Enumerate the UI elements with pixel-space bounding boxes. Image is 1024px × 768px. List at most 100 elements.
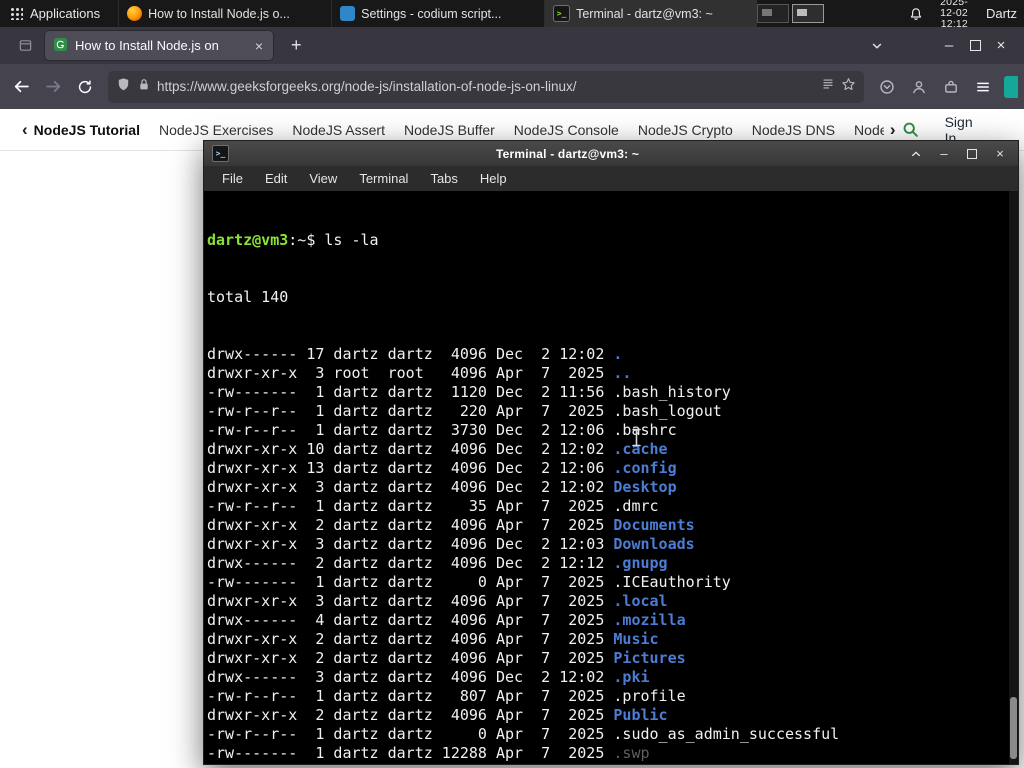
- file-name: .ICEauthority: [613, 573, 731, 591]
- terminal-minimize-button[interactable]: –: [934, 146, 954, 161]
- file-name: .gnupg: [613, 554, 668, 572]
- scrollbar-thumb[interactable]: [1010, 697, 1017, 759]
- site-nav-back-chevron[interactable]: ‹: [16, 120, 34, 140]
- tracking-shield-icon[interactable]: [116, 77, 131, 97]
- reload-button[interactable]: [70, 72, 100, 102]
- back-button[interactable]: [6, 72, 36, 102]
- file-attributes: -rw------- 1 dartz dartz 12288 Apr 7 202…: [207, 744, 614, 762]
- terminal-menu-file[interactable]: File: [222, 171, 243, 186]
- list-all-tabs-chevron-icon[interactable]: [870, 39, 884, 53]
- forward-button[interactable]: [38, 72, 68, 102]
- site-nav-item[interactable]: NodeJS Tutorial: [34, 122, 140, 138]
- workspace-window-glyph: [762, 9, 773, 16]
- terminal-menu-view[interactable]: View: [309, 171, 337, 186]
- file-name: .dmrc: [613, 497, 659, 515]
- clock-time: 12:12: [940, 18, 968, 30]
- tab-bar: How to Install Node.js on × + – ×: [0, 27, 1024, 64]
- desktop-screen: Applications How to Install Node.js o...…: [0, 0, 1024, 768]
- window-minimize-button[interactable]: –: [936, 37, 962, 54]
- site-nav-item[interactable]: Node: [854, 122, 884, 138]
- terminal-output-line: drwxr-xr-x 2 dartz dartz 4096 Apr 7 2025…: [207, 649, 1018, 668]
- terminal-listing: drwx------ 17 dartz dartz 4096 Dec 2 12:…: [207, 345, 1018, 764]
- file-attributes: drwx------ 3 dartz dartz 4096 Dec 2 12:0…: [207, 668, 614, 686]
- terminal-output-line: -rw-r--r-- 1 dartz dartz 3730 Dec 2 12:0…: [207, 421, 1018, 440]
- workspace-1[interactable]: [757, 4, 790, 23]
- tab-close-button[interactable]: ×: [253, 38, 265, 54]
- terminal-output-line: drwxr-xr-x 13 dartz dartz 4096 Dec 2 12:…: [207, 459, 1018, 478]
- terminal-menu-edit[interactable]: Edit: [265, 171, 287, 186]
- window-close-button[interactable]: ×: [988, 37, 1014, 54]
- terminal-output-line: drwx------ 2 dartz dartz 4096 Dec 2 12:1…: [207, 554, 1018, 573]
- file-name: Public: [613, 706, 668, 724]
- file-attributes: drwxr-xr-x 3 dartz dartz 4096 Apr 7 2025: [207, 592, 614, 610]
- account-icon[interactable]: [904, 72, 934, 102]
- url-bar[interactable]: https://www.geeksforgeeks.org/node-js/in…: [108, 70, 864, 103]
- terminal-menu-help[interactable]: Help: [480, 171, 507, 186]
- terminal-titlebar[interactable]: >_ Terminal - dartz@vm3: ~ – ×: [204, 141, 1018, 166]
- user-menu[interactable]: Dartz: [986, 6, 1017, 21]
- file-attributes: drwxr-xr-x 2 dartz dartz 4096 Apr 7 2025: [207, 630, 614, 648]
- file-name: Templates: [613, 763, 694, 764]
- taskbar-button[interactable]: Settings - codium script...: [331, 0, 544, 27]
- browser-tab-active[interactable]: How to Install Node.js on ×: [45, 31, 273, 60]
- notification-bell-icon[interactable]: [908, 6, 924, 22]
- file-name: ..: [613, 364, 632, 382]
- site-nav-item[interactable]: NodeJS Buffer: [404, 122, 495, 138]
- window-maximize-button[interactable]: [962, 40, 988, 51]
- site-nav-item[interactable]: NodeJS Crypto: [638, 122, 733, 138]
- pocket-icon[interactable]: [872, 72, 902, 102]
- workspace-switcher[interactable]: [757, 4, 825, 23]
- applications-grid-icon: [10, 7, 23, 20]
- extensions-icon[interactable]: [936, 72, 966, 102]
- site-nav-forward-chevron[interactable]: ›: [884, 120, 902, 140]
- file-attributes: -rw-r--r-- 1 dartz dartz 35 Apr 7 2025: [207, 497, 614, 515]
- terminal-maximize-button[interactable]: [962, 148, 982, 159]
- new-tab-button[interactable]: +: [285, 35, 308, 56]
- terminal-output-line: drwxr-xr-x 3 dartz dartz 4096 Dec 2 12:0…: [207, 478, 1018, 497]
- file-attributes: drwxr-xr-x 3 dartz dartz 4096 Dec 2 12:0…: [207, 535, 614, 553]
- site-favicon: [53, 37, 68, 55]
- terminal-scrollbar[interactable]: [1009, 191, 1018, 764]
- lock-icon[interactable]: [137, 77, 151, 97]
- terminal-output-line: drwxr-xr-x 3 dartz dartz 4096 Apr 7 2025…: [207, 592, 1018, 611]
- file-name: .profile: [613, 687, 686, 705]
- site-search-icon[interactable]: [902, 121, 919, 138]
- terminal-output-line: -rw-r--r-- 1 dartz dartz 0 Apr 7 2025 .s…: [207, 725, 1018, 744]
- site-nav-item[interactable]: NodeJS Assert: [292, 122, 385, 138]
- bookmark-star-icon[interactable]: [841, 77, 856, 97]
- applications-menu-button[interactable]: Applications: [0, 0, 110, 27]
- terminal-prompt-line: dartz@vm3:~$ ls -la: [207, 231, 1018, 250]
- terminal-command: ls -la: [324, 231, 379, 249]
- terminal-output-line: drwxr-xr-x 3 dartz dartz 4096 Dec 2 12:0…: [207, 535, 1018, 554]
- file-name: Downloads: [613, 535, 695, 553]
- panel-clock[interactable]: 2025-12-02 12:12: [940, 0, 968, 30]
- site-nav-item[interactable]: NodeJS Console: [514, 122, 619, 138]
- file-attributes: -rw-r--r-- 1 dartz dartz 3730 Dec 2 12:0…: [207, 421, 614, 439]
- file-attributes: drwxr-xr-x 3 root root 4096 Apr 7 2025: [207, 364, 614, 382]
- menu-hamburger-icon[interactable]: [968, 72, 998, 102]
- teal-extension-icon[interactable]: [1004, 75, 1018, 98]
- terminal-shade-button[interactable]: [906, 148, 926, 160]
- file-attributes: -rw------- 1 dartz dartz 1120 Dec 2 11:5…: [207, 383, 614, 401]
- url-text[interactable]: https://www.geeksforgeeks.org/node-js/in…: [157, 79, 815, 94]
- terminal-app-icon: >_: [212, 145, 229, 162]
- site-nav-item[interactable]: NodeJS Exercises: [159, 122, 273, 138]
- workspace-2[interactable]: [792, 4, 825, 23]
- reader-mode-icon[interactable]: [821, 77, 835, 96]
- taskbar-button[interactable]: How to Install Node.js o...: [118, 0, 331, 27]
- terminal-close-button[interactable]: ×: [990, 146, 1010, 161]
- terminal-screen[interactable]: dartz@vm3:~$ ls -la total 140 drwx------…: [204, 191, 1018, 764]
- file-name: .bashrc: [613, 421, 677, 439]
- terminal-output-line: drwxr-xr-x 2 dartz dartz 4096 Apr 7 2025…: [207, 706, 1018, 725]
- firefox-view-icon[interactable]: [14, 34, 37, 57]
- taskbar-button[interactable]: >_ Terminal - dartz@vm3: ~: [544, 0, 758, 27]
- terminal-menu-terminal[interactable]: Terminal: [359, 171, 408, 186]
- terminal-output-line: -rw------- 1 dartz dartz 12288 Apr 7 202…: [207, 744, 1018, 763]
- taskbar-button-label: How to Install Node.js o...: [148, 6, 290, 21]
- terminal-output-line: -rw-r--r-- 1 dartz dartz 807 Apr 7 2025 …: [207, 687, 1018, 706]
- terminal-menu-tabs[interactable]: Tabs: [430, 171, 457, 186]
- codium-icon: [340, 6, 356, 21]
- terminal-output-line: drwxr-xr-x 2 dartz dartz 4096 Apr 7 2025…: [207, 630, 1018, 649]
- terminal-output-line: drwxr-xr-x 2 dartz dartz 4096 Apr 7 2025…: [207, 516, 1018, 535]
- site-nav-item[interactable]: NodeJS DNS: [752, 122, 835, 138]
